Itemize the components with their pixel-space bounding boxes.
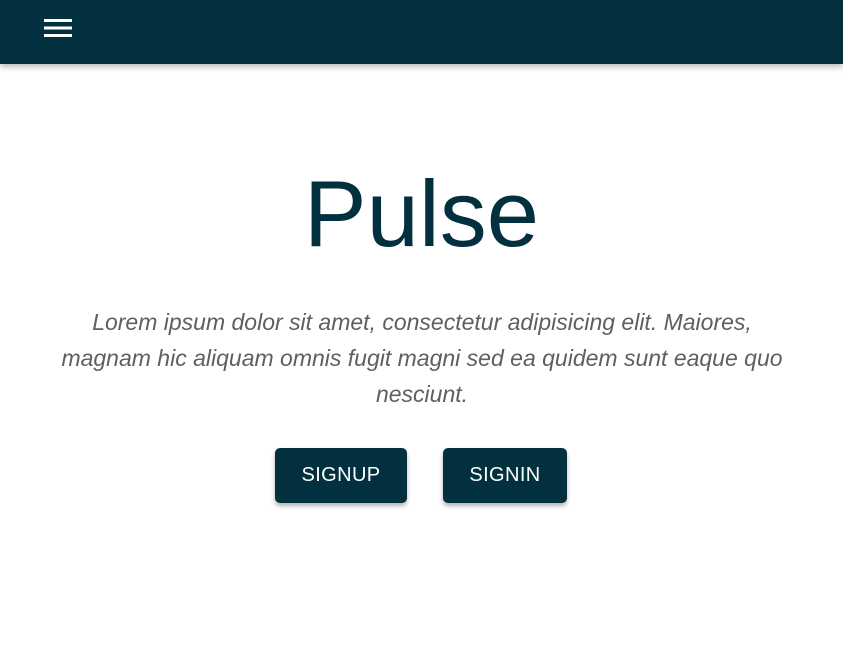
hero-title: Pulse	[303, 161, 540, 266]
signin-button[interactable]: SIGNIN	[443, 448, 567, 503]
hero-description: Lorem ipsum dolor sit amet, consectetur …	[61, 309, 783, 407]
top-navbar	[0, 0, 843, 64]
signup-button[interactable]: SIGNUP	[275, 448, 407, 503]
hamburger-menu-icon[interactable]	[40, 14, 76, 42]
